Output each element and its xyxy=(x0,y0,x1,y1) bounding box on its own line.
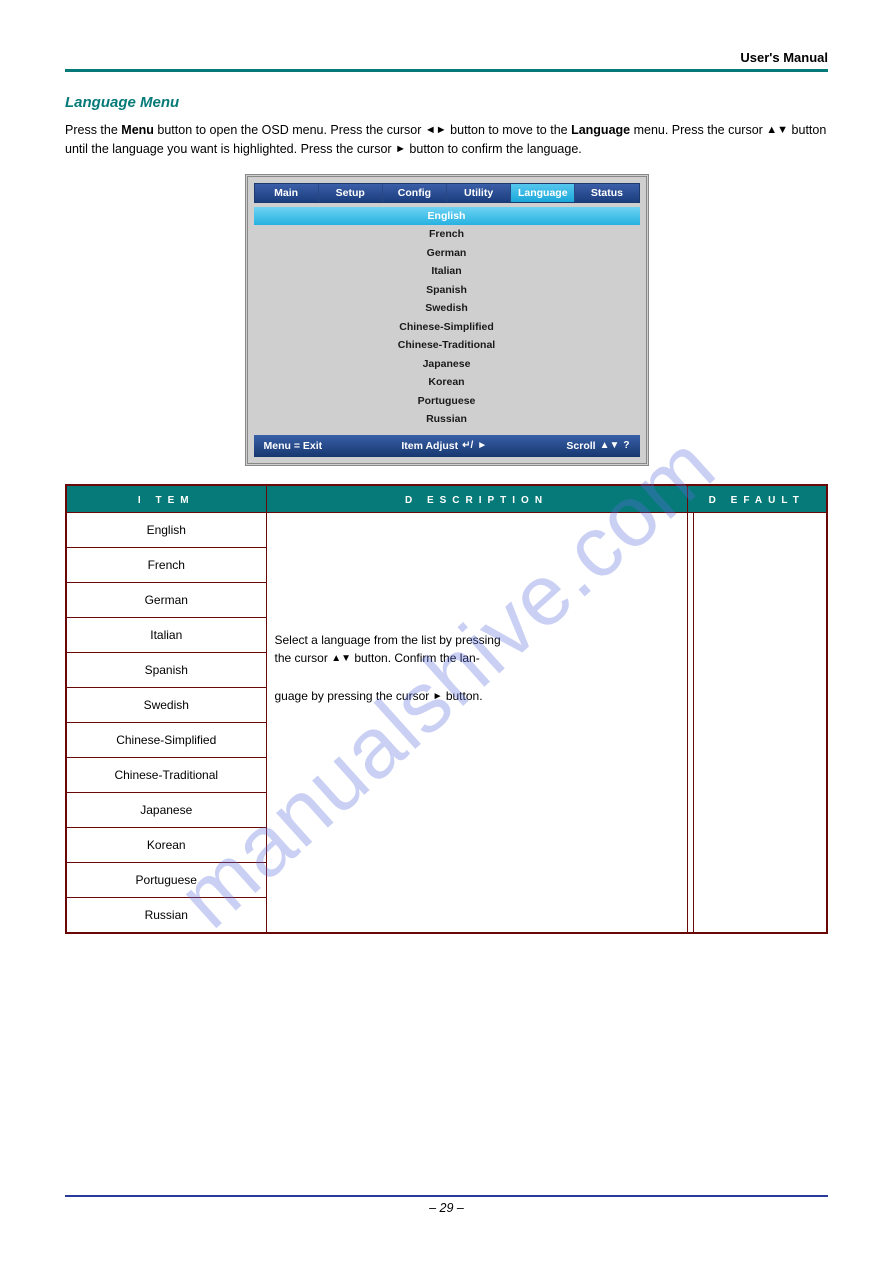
intro-bold-menu: Menu xyxy=(121,123,154,137)
table-row-item: Japanese xyxy=(66,792,266,827)
osd-tab-utility[interactable]: Utility xyxy=(447,184,511,202)
desc-text: Select a language from the list by press… xyxy=(275,633,501,647)
osd-tab-status[interactable]: Status xyxy=(575,184,638,202)
osd-tab-bar: Main Setup Config Utility Language Statu… xyxy=(254,183,640,203)
osd-foot-right-label: Scroll xyxy=(566,440,595,452)
desc-text: the cursor xyxy=(275,651,332,665)
arrow-left-right-icon: ◄► xyxy=(425,124,447,136)
osd-item-korean[interactable]: Korean xyxy=(254,373,640,392)
table-row-item: French xyxy=(66,547,266,582)
arrow-right-icon: ► xyxy=(433,691,443,702)
intro-text: button to open the OSD menu. Press the c… xyxy=(154,123,425,137)
osd-item-english[interactable]: English xyxy=(254,207,640,226)
table-row-item: English xyxy=(66,512,266,547)
osd-item-portuguese[interactable]: Portuguese xyxy=(254,392,640,411)
osd-item-italian[interactable]: Italian xyxy=(254,262,640,281)
osd-language-list: English French German Italian Spanish Sw… xyxy=(254,207,640,429)
intro-text: button to confirm the language. xyxy=(406,142,582,156)
osd-item-japanese[interactable]: Japanese xyxy=(254,355,640,374)
osd-item-russian[interactable]: Russian xyxy=(254,410,640,429)
table-row-item: Spanish xyxy=(66,652,266,687)
page-number: – 29 – xyxy=(65,1201,828,1215)
help-icon: ? xyxy=(623,440,629,451)
th-default: D EFAULT xyxy=(687,485,827,513)
table-row-item: Portuguese xyxy=(66,862,266,897)
osd-tab-main[interactable]: Main xyxy=(255,184,319,202)
arrow-right-icon: ► xyxy=(395,143,406,155)
table-row-item: Russian xyxy=(66,897,266,933)
desc-text: button. Confirm the lan- xyxy=(351,651,480,665)
osd-item-french[interactable]: French xyxy=(254,225,640,244)
osd-foot-right: Scroll ▲▼ ? xyxy=(566,440,629,452)
arrow-up-down-icon: ▲▼ xyxy=(766,124,788,136)
intro-paragraph: Press the Menu button to open the OSD me… xyxy=(65,121,828,160)
arrow-right-icon: ► xyxy=(477,440,487,451)
osd-screenshot: Main Setup Config Utility Language Statu… xyxy=(245,174,649,466)
table-default-cell xyxy=(693,512,827,933)
section-title: Language Menu xyxy=(65,94,828,111)
page-footer: – 29 – xyxy=(65,1195,828,1215)
table-row-item: Swedish xyxy=(66,687,266,722)
osd-item-chinese-traditional[interactable]: Chinese-Traditional xyxy=(254,336,640,355)
th-item: I TEM xyxy=(66,485,266,513)
intro-text: Press the xyxy=(65,123,121,137)
osd-foot-mid-label: Item Adjust xyxy=(401,440,458,452)
table-description-cell: Select a language from the list by press… xyxy=(266,512,687,933)
osd-foot-left: Menu = Exit xyxy=(264,440,323,452)
enter-icon: ↵/ xyxy=(462,440,473,451)
osd-item-chinese-simplified[interactable]: Chinese-Simplified xyxy=(254,318,640,337)
arrow-up-down-icon: ▲▼ xyxy=(600,440,620,451)
divider-top xyxy=(65,69,828,72)
intro-text: menu. Press the cursor xyxy=(630,123,766,137)
osd-item-spanish[interactable]: Spanish xyxy=(254,281,640,300)
table-row-item: Korean xyxy=(66,827,266,862)
table-row-item: Italian xyxy=(66,617,266,652)
header-right: User's Manual xyxy=(65,50,828,65)
table-row-item: Chinese-Simplified xyxy=(66,722,266,757)
language-table: I TEM D ESCRIPTION D EFAULT English Sele… xyxy=(65,484,828,934)
divider-bottom xyxy=(65,1195,828,1197)
desc-text: button. xyxy=(443,689,483,703)
table-row-item: Chinese-Traditional xyxy=(66,757,266,792)
osd-foot-mid: Item Adjust ↵/ ► xyxy=(401,440,487,452)
osd-tab-setup[interactable]: Setup xyxy=(319,184,383,202)
osd-footer: Menu = Exit Item Adjust ↵/ ► Scroll ▲▼ ? xyxy=(254,435,640,457)
osd-tab-config[interactable]: Config xyxy=(383,184,447,202)
arrow-up-down-icon: ▲▼ xyxy=(331,653,351,664)
desc-text: guage by pressing the cursor xyxy=(275,689,433,703)
intro-text: button to move to the xyxy=(447,123,571,137)
osd-tab-language[interactable]: Language xyxy=(511,184,575,202)
osd-item-german[interactable]: German xyxy=(254,244,640,263)
intro-bold-language: Language xyxy=(571,123,630,137)
table-row-item: German xyxy=(66,582,266,617)
th-description: D ESCRIPTION xyxy=(266,485,687,513)
osd-item-swedish[interactable]: Swedish xyxy=(254,299,640,318)
